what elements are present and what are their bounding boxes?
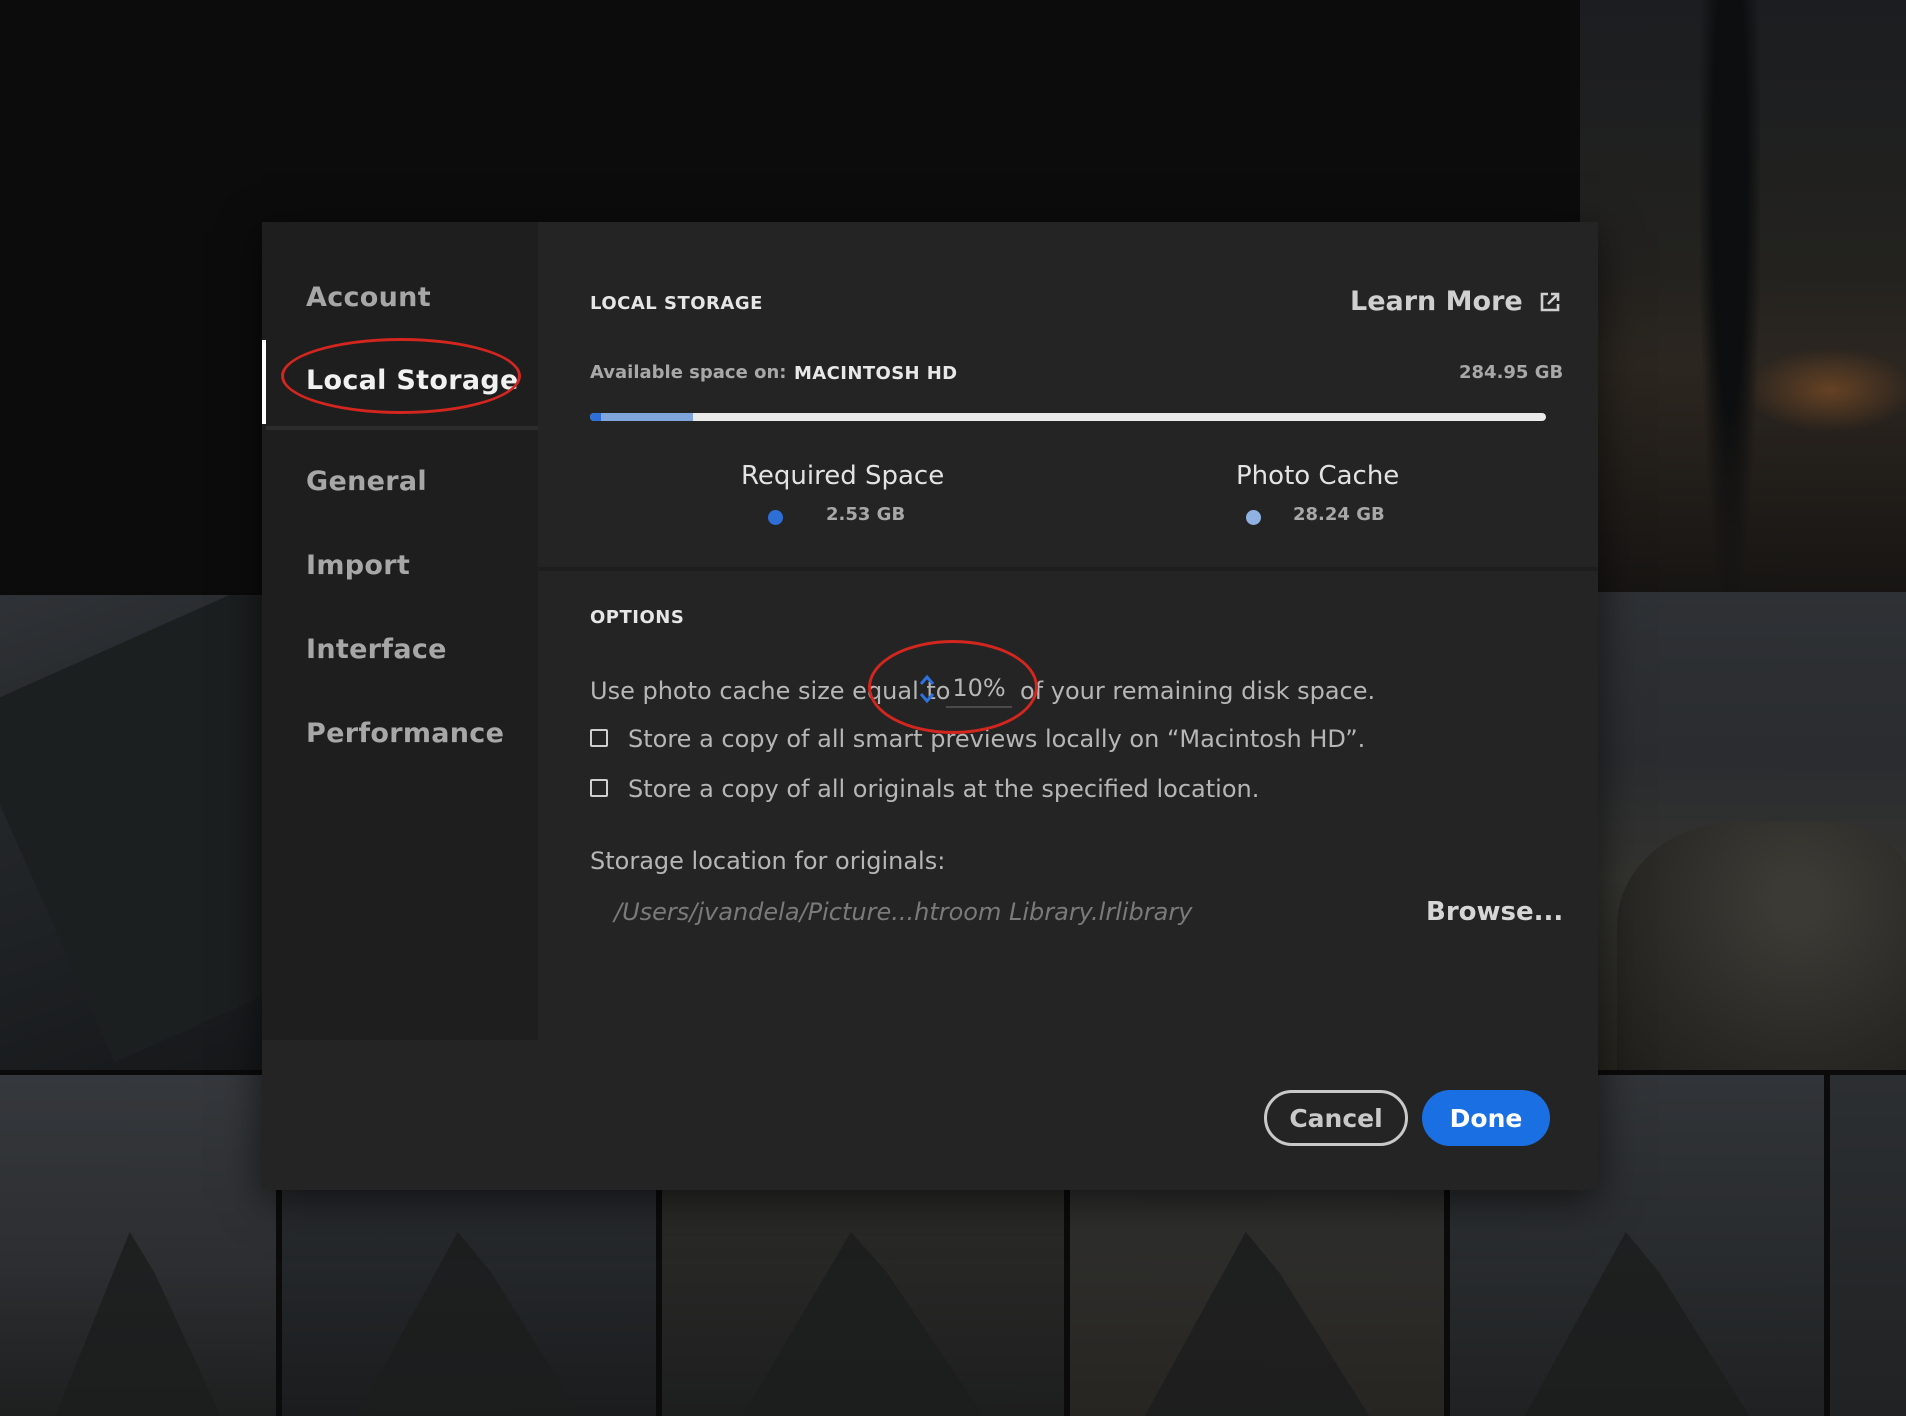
required-space-title: Required Space: [741, 461, 945, 491]
cache-size-percent-input[interactable]: [946, 674, 1012, 708]
background-photo-thumb: [0, 1075, 276, 1416]
background-photo-thumb: [1830, 1075, 1906, 1416]
required-space-fill: [590, 413, 601, 421]
available-space-label: Available space on:: [590, 362, 787, 383]
section-divider: [538, 567, 1598, 571]
active-underline: [266, 426, 538, 430]
learn-more-label: Learn More: [1350, 286, 1523, 317]
external-link-icon: [1540, 292, 1560, 311]
cache-size-stepper[interactable]: [916, 672, 938, 706]
background-photo-mountain-left: [0, 595, 262, 1070]
local-storage-heading: LOCAL STORAGE: [590, 293, 763, 314]
background-photo-rocks-right: [1597, 592, 1906, 1070]
photo-cache-dot: [1246, 510, 1261, 525]
sidebar-item-account[interactable]: Account: [306, 282, 431, 313]
active-indicator: [262, 340, 266, 424]
sidebar-item-general[interactable]: General: [306, 466, 427, 497]
cancel-button[interactable]: Cancel: [1264, 1090, 1408, 1146]
available-size: 284.95 GB: [1459, 362, 1564, 383]
options-heading: OPTIONS: [590, 607, 685, 628]
learn-more-link[interactable]: Learn More: [1350, 286, 1561, 317]
required-space-dot: [768, 510, 783, 525]
smart-previews-checkbox[interactable]: [590, 729, 608, 747]
done-button[interactable]: Done: [1422, 1090, 1550, 1146]
sidebar-item-interface[interactable]: Interface: [306, 634, 447, 665]
storage-path: /Users/jvandela/Picture...htroom Library…: [614, 898, 1193, 926]
originals-label: Store a copy of all originals at the spe…: [628, 775, 1260, 803]
drive-name: MACINTOSH HD: [794, 363, 958, 384]
preferences-sidebar: Account Local Storage General Import Int…: [262, 222, 538, 1040]
sidebar-item-performance[interactable]: Performance: [306, 718, 504, 749]
sidebar-item-local-storage[interactable]: Local Storage: [306, 365, 519, 396]
sidebar-item-import[interactable]: Import: [306, 550, 410, 581]
photo-cache-fill: [590, 413, 694, 421]
storage-usage-bar: [590, 413, 1546, 421]
photo-cache-title: Photo Cache: [1236, 461, 1400, 491]
cache-size-text-before: Use photo cache size equal to: [590, 677, 951, 705]
browse-button[interactable]: Browse...: [1426, 897, 1563, 927]
photo-cache-value: 28.24 GB: [1293, 504, 1385, 525]
storage-location-label: Storage location for originals:: [590, 847, 946, 875]
smart-previews-label: Store a copy of all smart previews local…: [628, 725, 1366, 753]
required-space-value: 2.53 GB: [826, 504, 906, 525]
cache-size-text-after: of your remaining disk space.: [1020, 677, 1376, 705]
originals-checkbox[interactable]: [590, 779, 608, 797]
background-photo-tree-sunset: [1580, 0, 1906, 592]
